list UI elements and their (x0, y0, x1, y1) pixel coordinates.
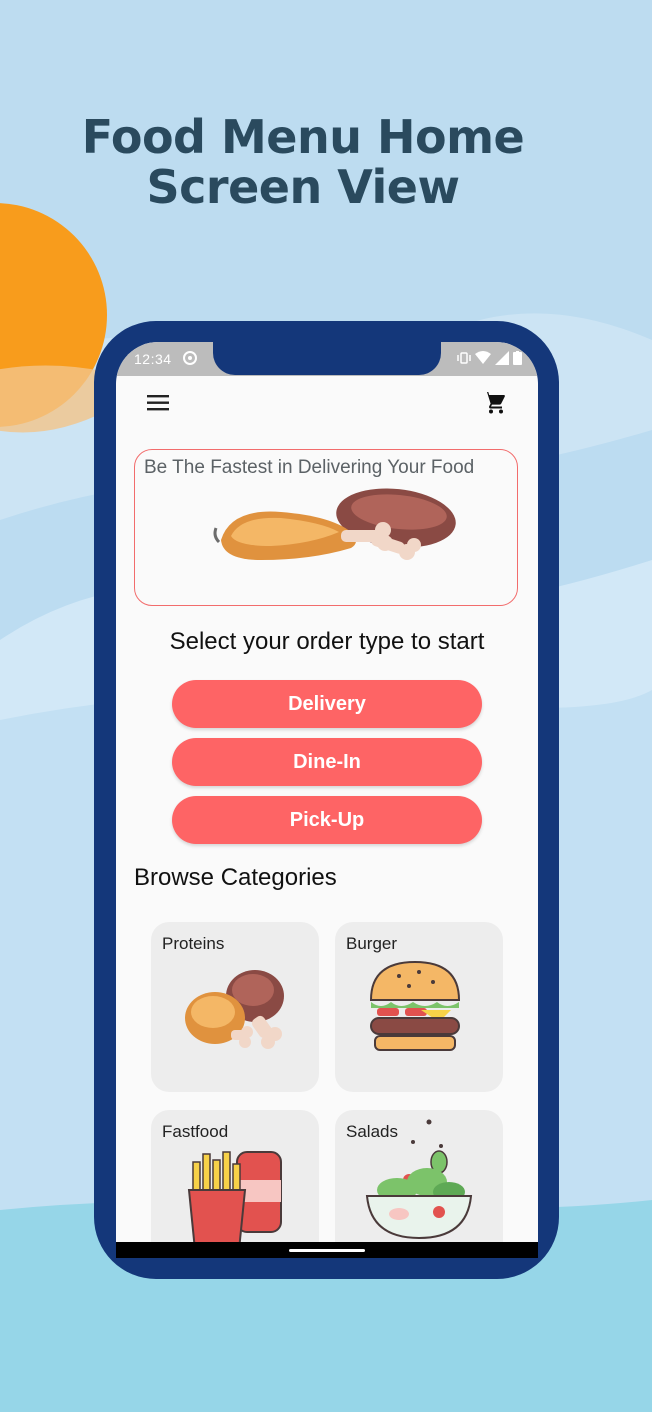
browse-categories-title: Browse Categories (134, 864, 337, 891)
pick-up-button[interactable]: Pick-Up (172, 796, 482, 844)
promo-banner: Be The Fastest in Delivering Your Food (134, 449, 518, 606)
dine-in-button[interactable]: Dine-In (172, 738, 482, 786)
home-gesture-handle[interactable] (289, 1249, 365, 1252)
status-icons (457, 351, 522, 368)
phone-screen: 12:34 Be The Fastest in Delivering Your … (116, 342, 538, 1258)
do-not-disturb-icon (183, 351, 197, 365)
order-type-prompt: Select your order type to start (169, 628, 485, 655)
page-headline: Food Menu Home Screen View (0, 112, 606, 212)
fries-and-soda-icon (187, 1151, 282, 1250)
banner-text: Be The Fastest in Delivering Your Food (144, 457, 475, 478)
category-card-proteins[interactable]: Proteins (151, 922, 319, 1092)
headline-line-2: Screen View (146, 160, 461, 214)
camera-notch (213, 342, 441, 375)
headline-line-1: Food Menu Home (81, 110, 525, 164)
category-label: Fastfood (162, 1122, 229, 1141)
salad-bowl-icon (365, 1119, 473, 1240)
system-navigation-bar (116, 1242, 538, 1258)
delivery-button[interactable]: Delivery (172, 680, 482, 728)
chicken-drumsticks-illustration (213, 488, 456, 560)
shopping-cart-icon[interactable] (482, 390, 506, 414)
battery-icon (513, 351, 522, 365)
category-card-fastfood[interactable]: Fastfood (151, 1110, 319, 1258)
vibrate-icon (457, 352, 472, 364)
category-card-burger[interactable]: Burger (335, 922, 503, 1092)
category-label: Burger (346, 934, 398, 953)
category-card-salads[interactable]: Salads (335, 1110, 503, 1258)
signal-icon (495, 351, 510, 365)
category-label: Proteins (162, 934, 225, 953)
status-time: 12:34 (134, 351, 172, 367)
chicken-leg-icon (185, 970, 284, 1049)
hamburger-menu-icon[interactable] (146, 392, 172, 414)
wifi-icon (475, 351, 492, 364)
burger-icon (369, 960, 461, 1051)
